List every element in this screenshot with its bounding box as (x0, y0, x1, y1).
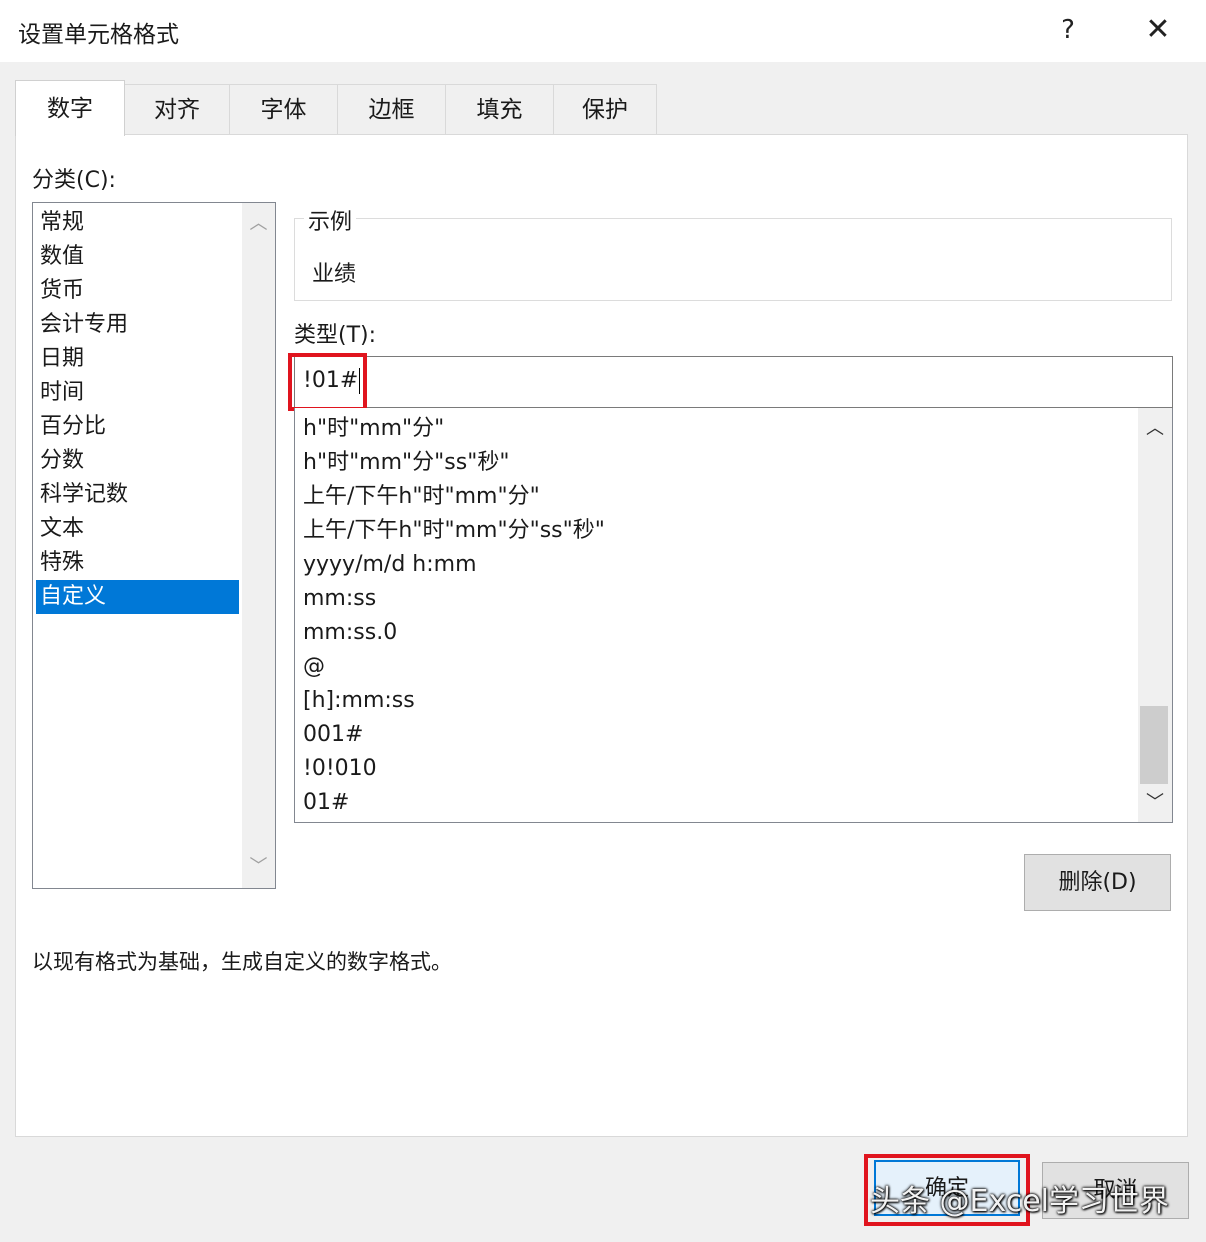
format-item[interactable]: h"时"mm"分"ss"秒" (303, 446, 509, 480)
format-item[interactable]: 上午/下午h"时"mm"分"ss"秒" (303, 514, 605, 548)
format-item[interactable]: mm:ss (303, 582, 376, 616)
format-item[interactable]: !0!010 (303, 752, 377, 786)
format-item[interactable]: 01# (303, 786, 349, 820)
tab-protection[interactable]: 保护 (553, 84, 657, 134)
category-item-general[interactable]: 常规 (36, 206, 239, 240)
category-label: 分类(C): (32, 168, 116, 193)
tab-fill[interactable]: 填充 (445, 84, 554, 134)
tab-font[interactable]: 字体 (229, 84, 338, 134)
close-icon[interactable]: ✕ (1138, 10, 1178, 50)
description-text: 以现有格式为基础，生成自定义的数字格式。 (32, 950, 452, 974)
type-label: 类型(T): (294, 323, 377, 348)
scroll-down-icon[interactable]: ﹀ (1138, 786, 1172, 820)
sample-group (294, 218, 1172, 301)
sample-legend: 示例 (304, 204, 357, 236)
category-item-text[interactable]: 文本 (36, 512, 239, 546)
tab-number[interactable]: 数字 (15, 80, 125, 136)
delete-button[interactable]: 删除(D) (1024, 854, 1171, 911)
category-item-custom[interactable]: 自定义 (36, 580, 239, 614)
category-item-currency[interactable]: 货币 (36, 274, 239, 308)
highlight-type-input (288, 353, 367, 411)
title-bar: 设置单元格格式 ? ✕ (0, 0, 1206, 62)
category-item-fraction[interactable]: 分数 (36, 444, 239, 478)
category-item-date[interactable]: 日期 (36, 342, 239, 376)
category-list[interactable]: 常规 数值 货币 会计专用 日期 时间 百分比 分数 科学记数 文本 特殊 自定… (32, 202, 276, 889)
help-icon[interactable]: ? (1052, 10, 1084, 50)
category-item-number[interactable]: 数值 (36, 240, 239, 274)
format-item[interactable]: 上午/下午h"时"mm"分" (303, 480, 540, 514)
format-item[interactable]: 001# (303, 718, 363, 752)
sample-value: 业绩 (312, 262, 357, 287)
category-item-time[interactable]: 时间 (36, 376, 239, 410)
format-item[interactable]: mm:ss.0 (303, 616, 397, 650)
category-item-accounting[interactable]: 会计专用 (36, 308, 239, 342)
tab-alignment[interactable]: 对齐 (124, 84, 230, 134)
category-scrollbar[interactable]: ︿ ﹀ (242, 203, 275, 888)
category-item-scientific[interactable]: 科学记数 (36, 478, 239, 512)
category-item-special[interactable]: 特殊 (36, 546, 239, 580)
format-scrollbar[interactable]: ︿ ﹀ (1138, 408, 1172, 822)
type-input[interactable]: !01# (294, 356, 1173, 408)
tab-border[interactable]: 边框 (337, 84, 446, 134)
category-item-percentage[interactable]: 百分比 (36, 410, 239, 444)
watermark: 头条 @Excel学习世界 (870, 1184, 1170, 1219)
format-item[interactable]: h"时"mm"分" (303, 412, 444, 446)
format-list[interactable]: h"时"mm"分" h"时"mm"分"ss"秒" 上午/下午h"时"mm"分" … (294, 408, 1173, 823)
format-item[interactable]: @ (303, 650, 325, 684)
scroll-down-icon[interactable]: ﹀ (242, 850, 275, 884)
format-item[interactable]: [h]:mm:ss (303, 684, 415, 718)
scroll-up-icon[interactable]: ︿ (1138, 412, 1172, 446)
scroll-thumb[interactable] (1140, 706, 1168, 784)
scroll-up-icon[interactable]: ︿ (242, 207, 275, 241)
dialog-title: 设置单元格格式 (18, 22, 179, 48)
format-item[interactable]: yyyy/m/d h:mm (303, 548, 477, 582)
